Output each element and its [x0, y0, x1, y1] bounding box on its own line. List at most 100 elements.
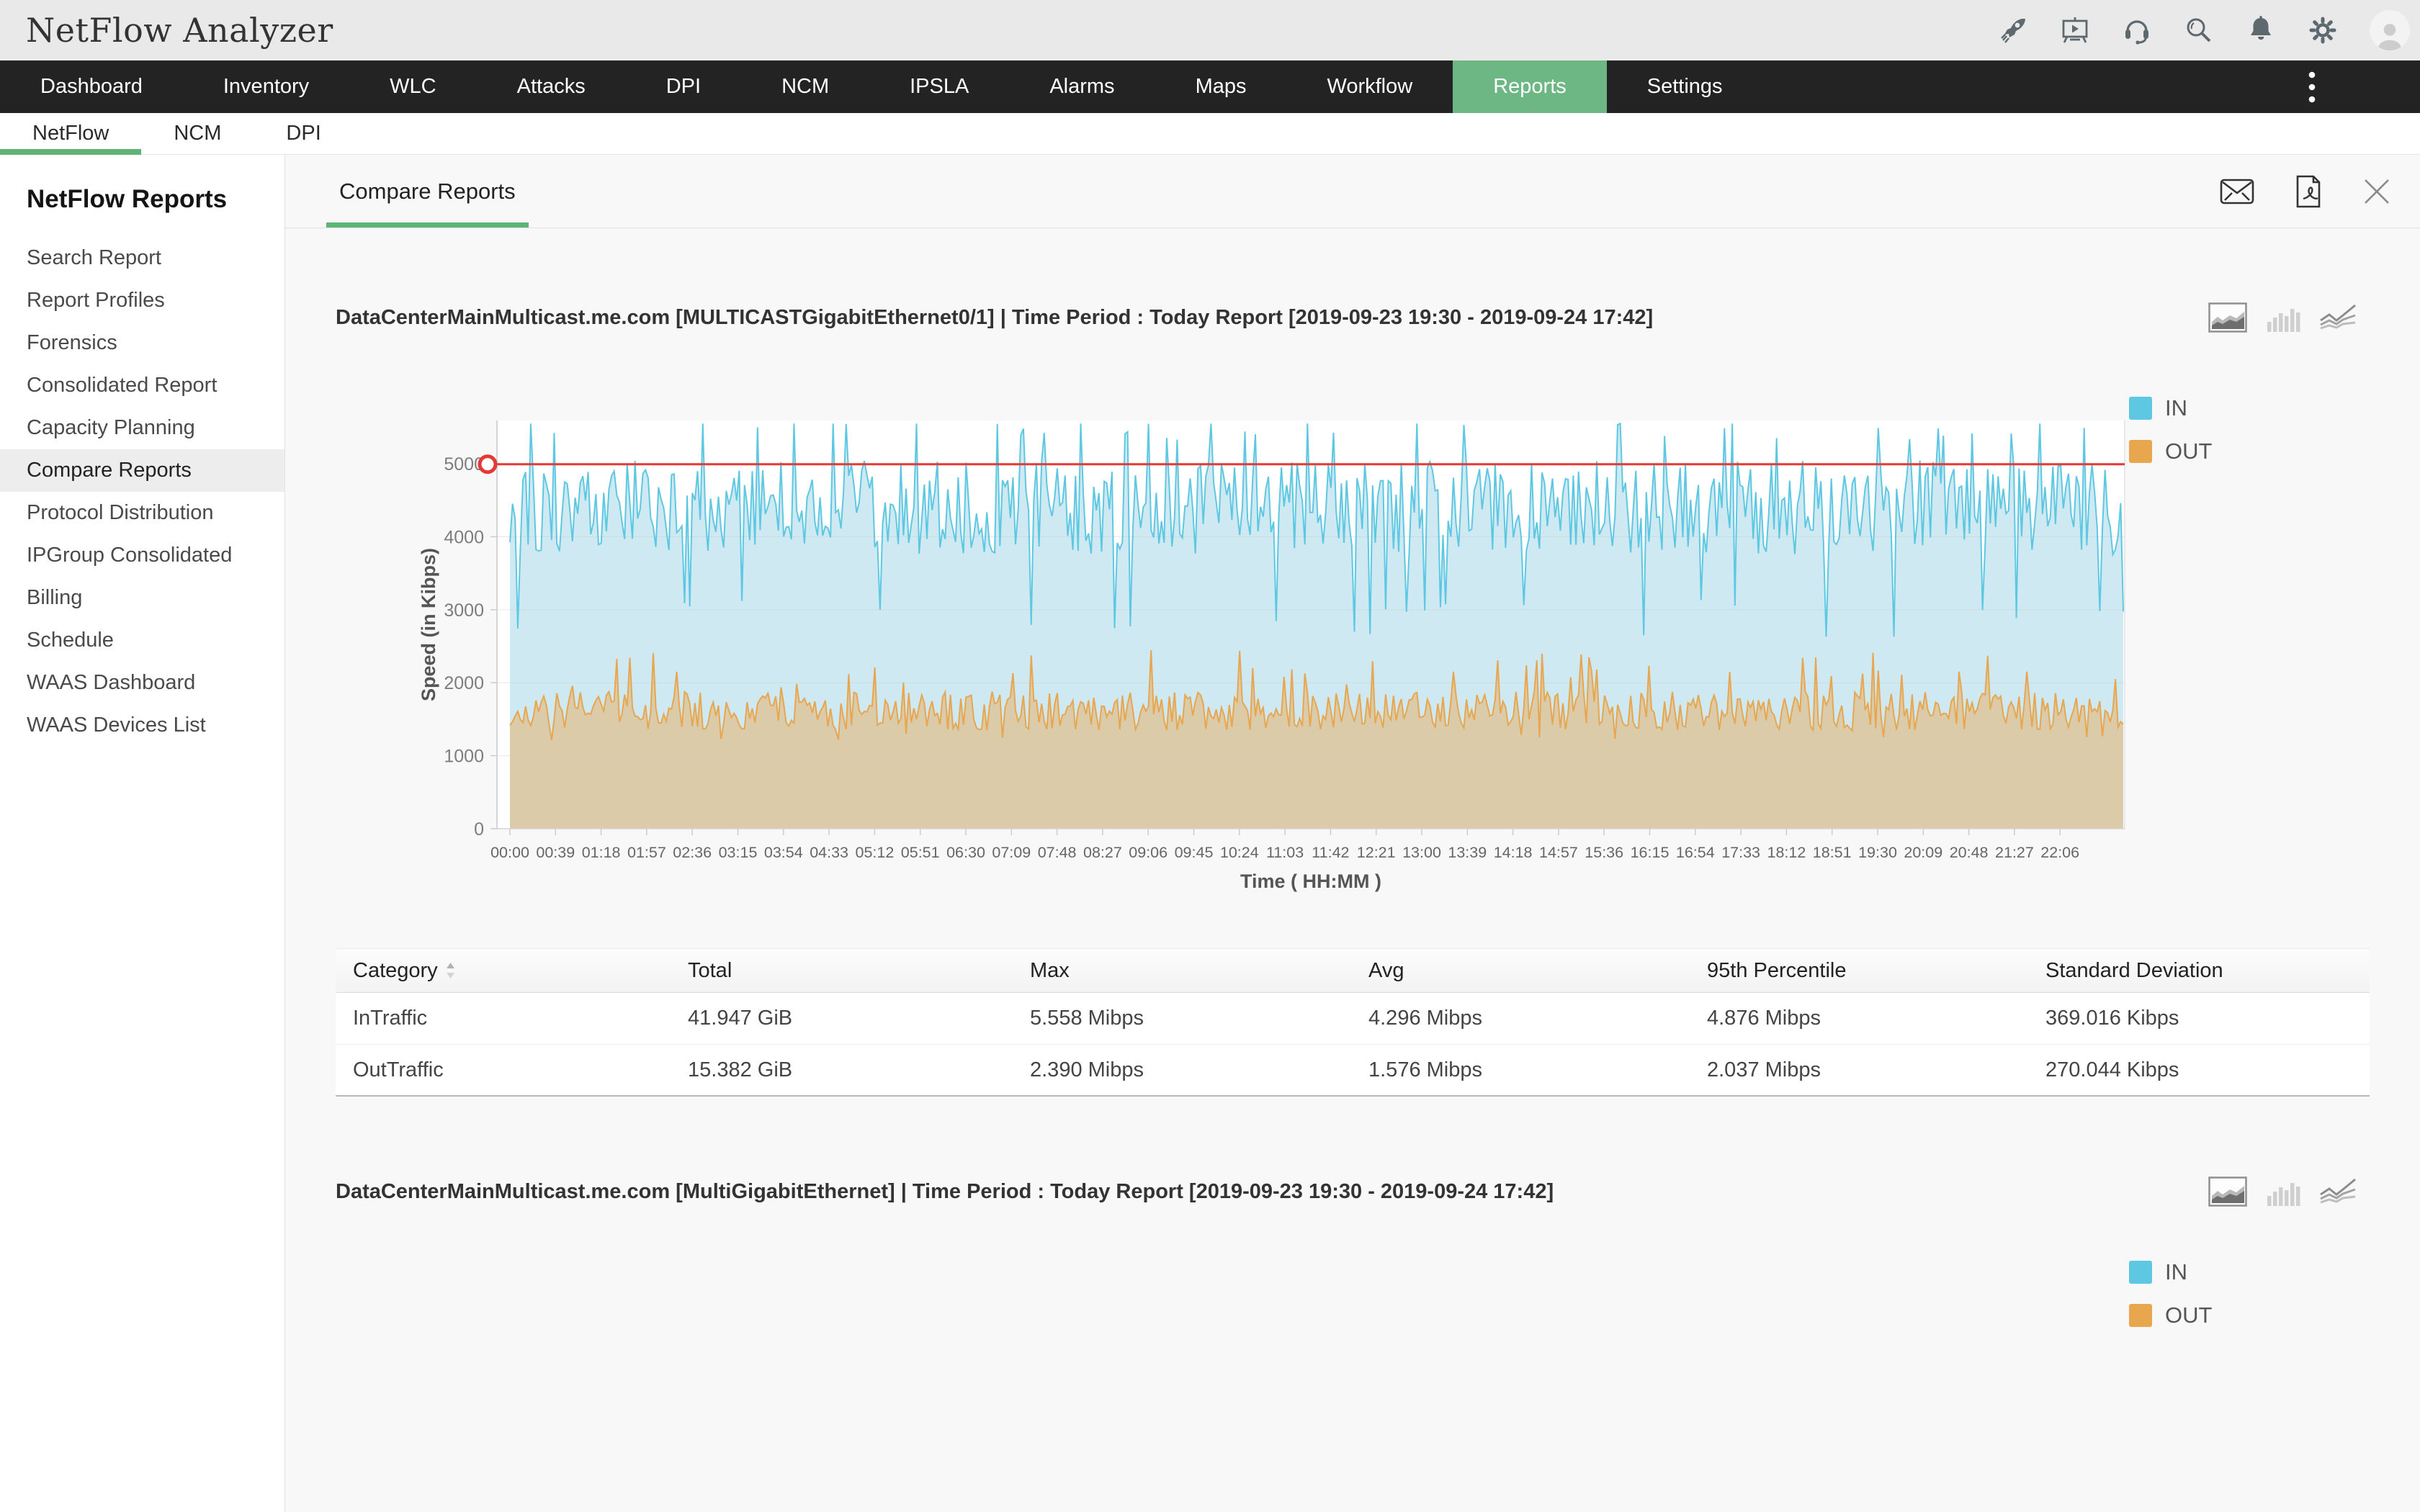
nav-item-maps[interactable]: Maps — [1155, 60, 1287, 113]
sidebar-item-waas-dashboard[interactable]: WAAS Dashboard — [0, 662, 284, 704]
svg-text:03:54: 03:54 — [764, 844, 803, 861]
stats-table: CategoryTotalMaxAvg95th PercentileStanda… — [336, 948, 2370, 1097]
bar-chart-icon[interactable] — [2266, 1177, 2300, 1206]
sidebar-item-billing[interactable]: Billing — [0, 577, 284, 619]
sidebar-item-protocol-distribution[interactable]: Protocol Distribution — [0, 492, 284, 534]
svg-text:05:12: 05:12 — [855, 844, 894, 861]
subnav-tab-ncm[interactable]: NCM — [141, 113, 254, 154]
svg-text:06:30: 06:30 — [946, 844, 985, 861]
sidebar-item-report-profiles[interactable]: Report Profiles — [0, 279, 284, 322]
table-header-max: Max — [1013, 959, 1351, 983]
legend-item-out[interactable]: OUT — [2129, 1302, 2212, 1328]
sidebar-item-compare-reports[interactable]: Compare Reports — [0, 449, 284, 492]
gear-icon[interactable] — [2308, 15, 2338, 45]
svg-text:18:51: 18:51 — [1813, 844, 1852, 861]
nav-item-inventory[interactable]: Inventory — [183, 60, 349, 113]
chart-legend: IN OUT — [2129, 395, 2212, 464]
svg-text:14:18: 14:18 — [1494, 844, 1533, 861]
tab-compare-reports[interactable]: Compare Reports — [326, 155, 529, 228]
nav-item-workflow[interactable]: Workflow — [1286, 60, 1453, 113]
table-header-standard-deviation: Standard Deviation — [2028, 959, 2370, 983]
email-icon[interactable] — [2220, 179, 2254, 204]
legend-swatch-in — [2129, 1261, 2152, 1284]
area-chart-icon[interactable] — [2208, 1176, 2247, 1207]
report-title: DataCenterMainMulticast.me.com [MultiGig… — [336, 1180, 1554, 1204]
line-chart-icon[interactable] — [2319, 303, 2357, 332]
video-presentation-icon[interactable] — [2060, 15, 2090, 45]
svg-text:05:51: 05:51 — [901, 844, 940, 861]
svg-text:01:18: 01:18 — [582, 844, 621, 861]
svg-text:16:15: 16:15 — [1631, 844, 1670, 861]
subnav-tab-netflow[interactable]: NetFlow — [0, 113, 141, 154]
app-title: NetFlow Analyzer — [26, 11, 333, 50]
nav-item-wlc[interactable]: WLC — [349, 60, 476, 113]
app-header: NetFlow Analyzer — [0, 0, 2420, 60]
svg-text:0: 0 — [474, 819, 484, 840]
svg-text:11:42: 11:42 — [1312, 844, 1349, 861]
sidebar-item-schedule[interactable]: Schedule — [0, 619, 284, 662]
sidebar-item-consolidated-report[interactable]: Consolidated Report — [0, 364, 284, 407]
main-nav-bar: DashboardInventoryWLCAttacksDPINCMIPSLAA… — [0, 60, 2420, 113]
svg-text:08:27: 08:27 — [1083, 844, 1122, 861]
table-row-intraffic: InTraffic41.947 GiB5.558 Mibps4.296 Mibp… — [336, 993, 2370, 1045]
bar-chart-icon[interactable] — [2266, 303, 2300, 332]
legend-swatch-out — [2129, 1304, 2152, 1327]
svg-text:3000: 3000 — [444, 600, 484, 621]
svg-text:17:33: 17:33 — [1721, 844, 1760, 861]
subnav-tab-dpi[interactable]: DPI — [254, 113, 353, 154]
user-avatar[interactable] — [2370, 10, 2410, 50]
table-header-category[interactable]: Category — [336, 959, 671, 983]
table-header-total: Total — [671, 959, 1013, 983]
headset-icon[interactable] — [2122, 15, 2152, 45]
sidebar-item-search-report[interactable]: Search Report — [0, 237, 284, 279]
table-header-row: CategoryTotalMaxAvg95th PercentileStanda… — [336, 948, 2370, 993]
sidebar-item-forensics[interactable]: Forensics — [0, 322, 284, 364]
svg-text:00:00: 00:00 — [490, 844, 529, 861]
table-cell: 270.044 Kibps — [2028, 1058, 2370, 1082]
table-cell: 369.016 Kibps — [2028, 1007, 2370, 1030]
nav-item-ipsla[interactable]: IPSLA — [869, 60, 1009, 113]
svg-text:10:24: 10:24 — [1220, 844, 1259, 861]
close-icon[interactable] — [2362, 177, 2391, 206]
sidebar: NetFlow Reports Search ReportReport Prof… — [0, 155, 285, 1512]
legend-item-in[interactable]: IN — [2129, 395, 2212, 421]
legend-swatch-out — [2129, 440, 2152, 463]
vertical-ellipsis-icon[interactable] — [2308, 60, 2316, 113]
line-chart-icon[interactable] — [2319, 1177, 2357, 1206]
table-cell: 4.876 Mibps — [1690, 1007, 2028, 1030]
sidebar-item-ipgroup-consolidated[interactable]: IPGroup Consolidated — [0, 534, 284, 577]
svg-text:22:06: 22:06 — [2040, 844, 2079, 861]
rocket-icon[interactable] — [1998, 15, 2028, 45]
report-toolbar — [2220, 155, 2391, 228]
chart-legend: IN OUT — [2129, 1259, 2212, 1328]
main-nav: DashboardInventoryWLCAttacksDPINCMIPSLAA… — [0, 60, 1763, 113]
legend-swatch-in — [2129, 397, 2152, 420]
search-icon[interactable] — [2184, 15, 2214, 45]
sidebar-title: NetFlow Reports — [27, 185, 284, 214]
nav-item-alarms[interactable]: Alarms — [1009, 60, 1155, 113]
svg-text:04:33: 04:33 — [810, 844, 848, 861]
nav-item-attacks[interactable]: Attacks — [477, 60, 626, 113]
nav-item-dpi[interactable]: DPI — [626, 60, 741, 113]
nav-item-ncm[interactable]: NCM — [741, 60, 869, 113]
pdf-export-icon[interactable] — [2295, 175, 2322, 208]
sidebar-item-waas-devices-list[interactable]: WAAS Devices List — [0, 704, 284, 747]
svg-text:07:48: 07:48 — [1038, 844, 1077, 861]
legend-item-in[interactable]: IN — [2129, 1259, 2212, 1285]
svg-text:01:57: 01:57 — [627, 844, 666, 861]
legend-item-out[interactable]: OUT — [2129, 438, 2212, 464]
svg-text:12:21: 12:21 — [1357, 844, 1396, 861]
table-cell: 4.296 Mibps — [1351, 1007, 1690, 1030]
sort-arrows-icon — [445, 961, 456, 980]
nav-item-settings[interactable]: Settings — [1607, 60, 1763, 113]
area-chart-icon[interactable] — [2208, 302, 2247, 333]
svg-text:20:48: 20:48 — [1950, 844, 1989, 861]
sidebar-item-capacity-planning[interactable]: Capacity Planning — [0, 407, 284, 449]
svg-text:19:30: 19:30 — [1858, 844, 1897, 861]
table-header-95th-percentile: 95th Percentile — [1690, 959, 2028, 983]
nav-item-reports[interactable]: Reports — [1453, 60, 1607, 113]
table-cell: 2.037 Mibps — [1690, 1058, 2028, 1082]
svg-text:00:39: 00:39 — [536, 844, 575, 861]
nav-item-dashboard[interactable]: Dashboard — [0, 60, 183, 113]
bell-icon[interactable] — [2246, 15, 2276, 45]
